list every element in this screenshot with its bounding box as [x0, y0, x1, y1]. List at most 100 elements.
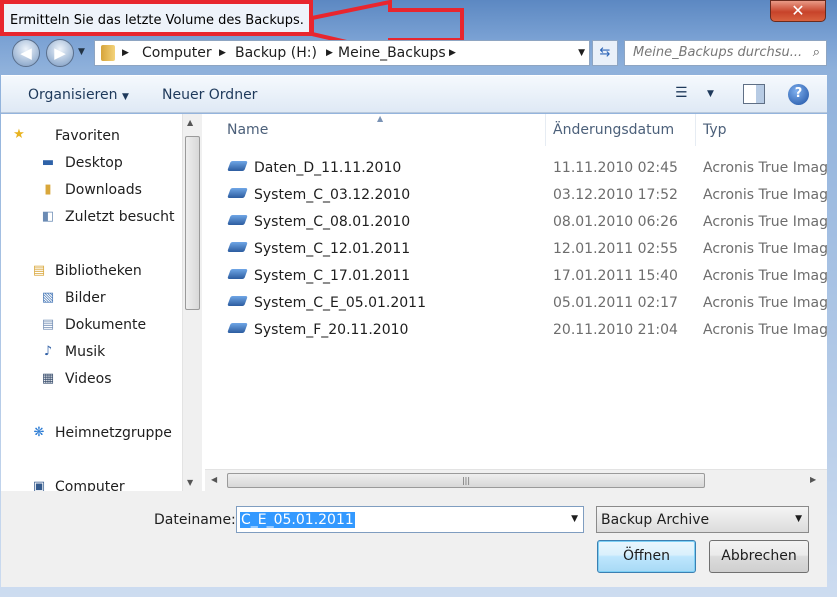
file-name: System_F_20.11.2010 [254, 322, 409, 338]
scroll-left-icon[interactable]: ◀ [211, 475, 217, 484]
file-type: Acronis True Imag... [703, 268, 827, 284]
column-header-date[interactable]: Änderungsdatum [553, 122, 674, 138]
sidebar-item-heimnetzgruppe[interactable]: Heimnetzgruppe [55, 425, 172, 441]
sidebar-item-desktop[interactable]: Desktop [65, 155, 123, 171]
chevron-down-icon: ▼ [795, 514, 802, 524]
title-highlight-box: Ermitteln Sie das letzte Volume des Back… [0, 0, 313, 36]
music-icon: ♪ [43, 344, 53, 359]
refresh-button[interactable]: ⇆ [592, 40, 618, 66]
window-title: Ermitteln Sie das letzte Volume des Back… [10, 13, 304, 28]
scroll-up-icon[interactable]: ▲ [187, 118, 193, 127]
desktop-icon: ▬ [41, 155, 55, 170]
address-bar[interactable]: ▶ Computer ▶ Backup (H:) ▶ Meine_Backups… [94, 40, 590, 66]
filetype-value: Backup Archive [601, 512, 710, 528]
sidebar-item-bibliotheken[interactable]: Bibliotheken [55, 263, 142, 279]
star-icon: ★ [13, 127, 25, 142]
sidebar-item-dokumente[interactable]: Dokumente [65, 317, 146, 333]
file-date: 12.01.2011 02:55 [553, 241, 678, 257]
breadcrumb-meine-backups[interactable]: Meine_Backups [338, 45, 446, 61]
breadcrumb-computer[interactable]: Computer [142, 45, 212, 61]
hscroll-thumb[interactable]: ||| [227, 473, 705, 488]
file-name: System_C_12.01.2011 [254, 241, 411, 257]
open-button[interactable]: Öffnen [597, 540, 696, 573]
libraries-icon: ▤ [32, 263, 46, 278]
table-row[interactable]: Daten_D_11.11.2010 11.11.2010 02:45 Acro… [205, 156, 827, 183]
cancel-button[interactable]: Abbrechen [709, 540, 809, 573]
file-date: 11.11.2010 02:45 [553, 160, 678, 176]
search-input[interactable]: Meine_Backups durchsu... ⌕ [624, 40, 827, 66]
filename-label: Dateiname: [154, 512, 236, 528]
file-type: Acronis True Imag... [703, 187, 827, 203]
backup-file-icon [227, 188, 248, 198]
file-name: System_C_03.12.2010 [254, 187, 411, 203]
table-row[interactable]: System_C_12.01.2011 12.01.2011 02:55 Acr… [205, 237, 827, 264]
new-folder-button[interactable]: Neuer Ordner [162, 87, 257, 103]
table-row[interactable]: System_C_E_05.01.2011 05.01.2011 02:17 A… [205, 291, 827, 318]
back-arrow-icon: ◀ [20, 44, 32, 62]
search-placeholder: Meine_Backups durchsu... [633, 45, 803, 60]
folder-icon [101, 45, 115, 61]
filetype-select[interactable]: Backup Archive ▼ [596, 506, 809, 533]
scroll-right-icon[interactable]: ▶ [810, 475, 816, 484]
file-date: 08.01.2010 06:26 [553, 214, 678, 230]
navigation-bar: ◀ ▶ ▼ ▶ Computer ▶ Backup (H:) ▶ Meine_B… [0, 37, 837, 69]
chevron-right-icon[interactable]: ▶ [449, 48, 456, 58]
chevron-down-icon[interactable]: ▼ [571, 514, 578, 524]
preview-pane-button[interactable] [743, 84, 765, 104]
sidebar-scroll-thumb[interactable] [185, 136, 200, 310]
filename-selected-text: C_E_05.01.2011 [240, 512, 355, 528]
chevron-down-icon: ▼ [121, 92, 129, 102]
organize-menu-button[interactable]: Organisieren ▼ [28, 87, 129, 103]
file-date: 17.01.2011 15:40 [553, 268, 678, 284]
column-divider[interactable] [695, 114, 696, 146]
recent-places-icon: ◧ [41, 209, 55, 224]
chevron-down-icon[interactable]: ▼ [707, 89, 714, 99]
file-name: System_C_17.01.2011 [254, 268, 411, 284]
file-name: System_C_E_05.01.2011 [254, 295, 426, 311]
navigation-pane: ★ Favoriten ▬ Desktop ▮ Downloads ◧ Zule… [1, 114, 182, 495]
back-button[interactable]: ◀ [12, 39, 40, 67]
sidebar-item-downloads[interactable]: Downloads [65, 182, 142, 198]
file-list: ▲ Name Änderungsdatum Typ Daten_D_11.11.… [205, 114, 827, 469]
pictures-icon: ▧ [41, 290, 55, 305]
table-row[interactable]: System_C_03.12.2010 03.12.2010 17:52 Acr… [205, 183, 827, 210]
sidebar-item-musik[interactable]: Musik [65, 344, 105, 360]
column-header-name[interactable]: Name [227, 122, 268, 138]
close-button[interactable]: ✕ [770, 0, 826, 22]
sidebar-item-videos[interactable]: Videos [65, 371, 112, 387]
table-row[interactable]: System_F_20.11.2010 20.11.2010 21:04 Acr… [205, 318, 827, 345]
filename-input[interactable]: C_E_05.01.2011 ▼ [236, 506, 584, 533]
command-toolbar: Organisieren ▼ Neuer Ordner ☰ ▼ ? [1, 75, 827, 113]
chevron-right-icon[interactable]: ▶ [326, 48, 333, 58]
column-divider[interactable] [545, 114, 546, 146]
forward-button[interactable]: ▶ [46, 39, 74, 67]
scroll-down-icon[interactable]: ▼ [187, 478, 193, 487]
chevron-right-icon[interactable]: ▶ [219, 48, 226, 58]
sort-ascending-icon: ▲ [377, 114, 384, 123]
file-date: 05.01.2011 02:17 [553, 295, 678, 311]
file-type: Acronis True Imag... [703, 241, 827, 257]
file-date: 20.11.2010 21:04 [553, 322, 678, 338]
videos-icon: ▦ [41, 371, 55, 386]
breadcrumb-backup-drive[interactable]: Backup (H:) [235, 45, 317, 61]
table-row[interactable]: System_C_17.01.2011 17.01.2011 15:40 Acr… [205, 264, 827, 291]
sidebar-item-favoriten[interactable]: Favoriten [55, 128, 120, 144]
column-header-type[interactable]: Typ [703, 122, 727, 138]
close-icon: ✕ [791, 1, 805, 20]
backup-file-icon [227, 161, 248, 171]
sidebar-item-bilder[interactable]: Bilder [65, 290, 106, 306]
table-row[interactable]: System_C_08.01.2010 08.01.2010 06:26 Acr… [205, 210, 827, 237]
downloads-folder-icon: ▮ [44, 182, 52, 197]
chevron-down-icon[interactable]: ▼ [578, 48, 585, 58]
chevron-right-icon[interactable]: ▶ [122, 48, 129, 58]
homegroup-icon: ❋ [33, 425, 45, 440]
help-button[interactable]: ? [788, 84, 809, 105]
sidebar-item-zuletzt-besucht[interactable]: Zuletzt besucht [65, 209, 174, 225]
file-type: Acronis True Imag... [703, 214, 827, 230]
file-list-hscrollbar[interactable]: ◀ ||| ▶ [205, 469, 827, 491]
search-icon: ⌕ [812, 45, 820, 60]
forward-arrow-icon: ▶ [54, 44, 66, 62]
sidebar-scrollbar[interactable]: ▲ ▼ [182, 114, 202, 491]
recent-pages-dropdown[interactable]: ▼ [78, 47, 90, 59]
view-options-icon[interactable]: ☰ [675, 85, 688, 101]
